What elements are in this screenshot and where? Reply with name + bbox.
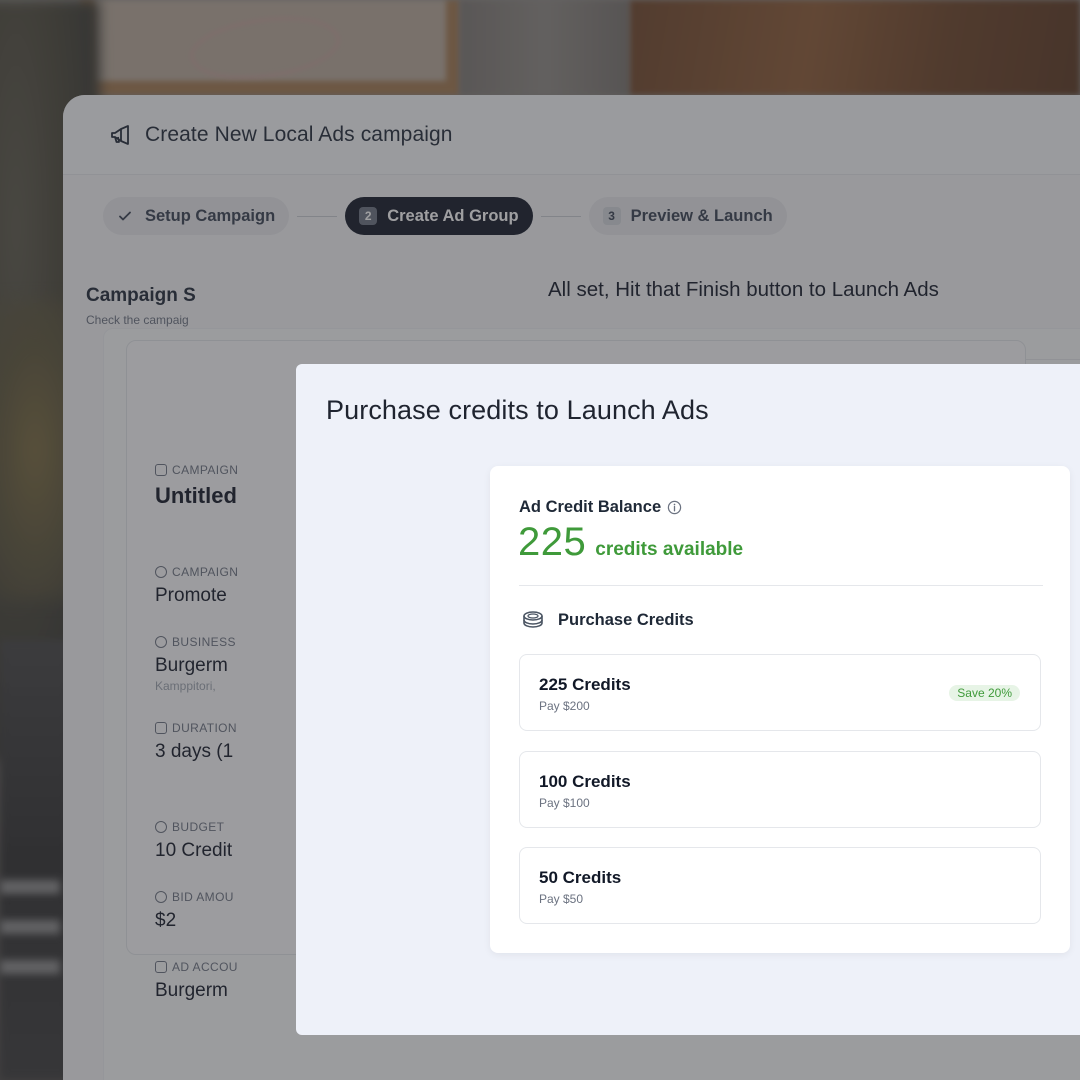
credit-option-225[interactable]: 225 Credits Pay $200 Save 20% [519,654,1041,731]
option-price: Pay $200 [539,699,590,713]
balance-unit: credits available [595,539,744,560]
balance-row: 225 credits available [518,520,743,565]
credit-option-50[interactable]: 50 Credits Pay $50 [519,847,1041,924]
purchase-credits-modal: Purchase credits to Launch Ads Ad Credit… [296,364,1080,1035]
balance-label-row: Ad Credit Balance [519,498,682,517]
credits-panel: Ad Credit Balance 225 credits available … [490,466,1070,953]
save-badge: Save 20% [949,685,1020,701]
balance-value: 225 [518,520,587,564]
coins-icon [523,611,543,628]
modal-title: Purchase credits to Launch Ads [326,395,709,425]
option-title: 225 Credits [539,675,631,694]
purchase-credits-label: Purchase Credits [558,610,694,629]
info-icon[interactable] [667,500,682,515]
option-price: Pay $50 [539,892,584,906]
purchase-credits-header: Purchase Credits [521,608,694,632]
divider [519,585,1043,586]
credit-option-100[interactable]: 100 Credits Pay $100 [519,751,1041,828]
balance-label: Ad Credit Balance [519,498,662,516]
option-title: 100 Credits [539,772,631,791]
option-price: Pay $100 [539,796,590,810]
option-title: 50 Credits [539,868,622,887]
